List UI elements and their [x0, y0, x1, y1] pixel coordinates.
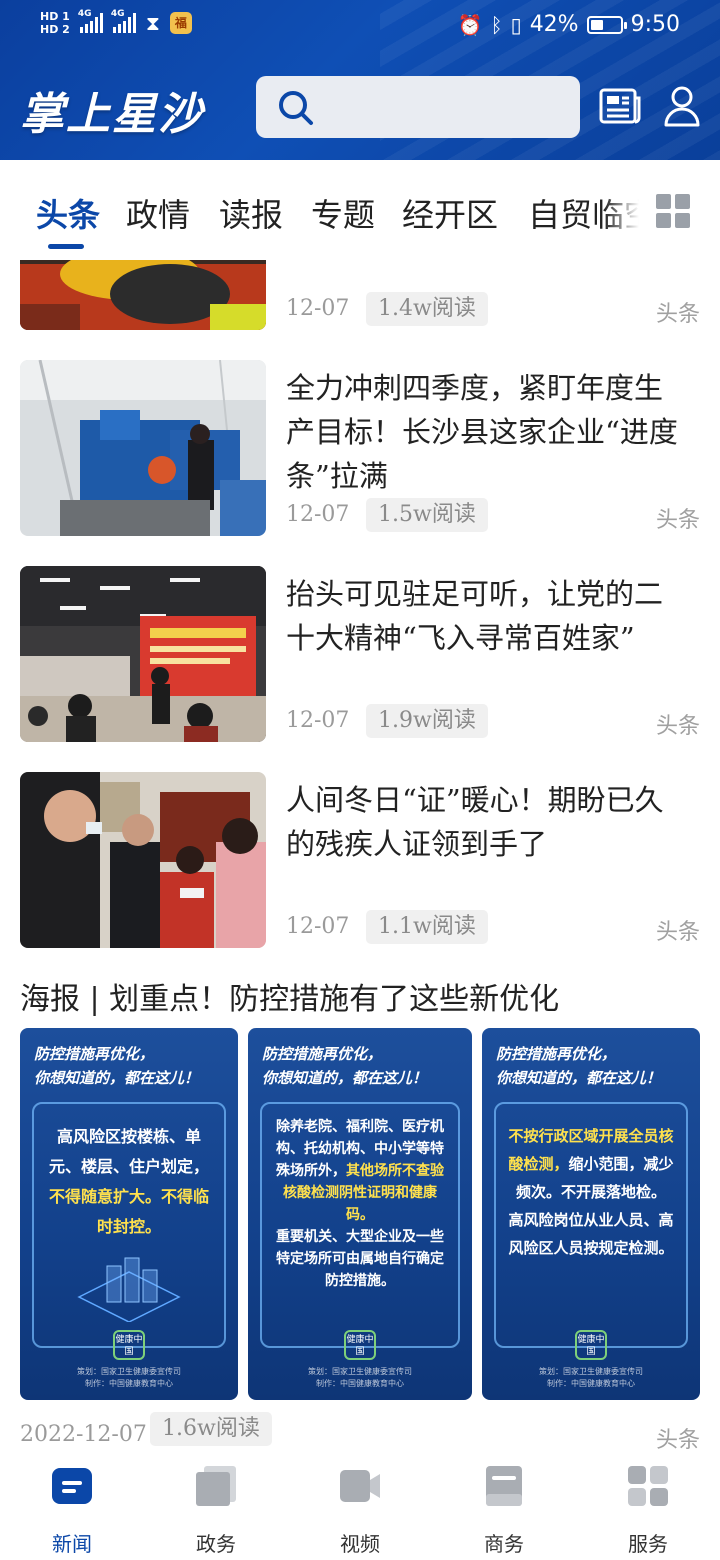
- nav-news[interactable]: 新闻: [22, 1464, 122, 1557]
- status-bar-right: ⏰ ᛒ ▯ 42% 9:50: [458, 12, 680, 37]
- search-icon: [279, 91, 313, 125]
- poster-subheading: 你想知道的，都在这儿！: [262, 1069, 428, 1087]
- article-date: 12-07: [286, 296, 350, 321]
- read-count-badge: 1.4w阅读: [366, 292, 488, 326]
- read-count-badge: 1.9w阅读: [366, 704, 488, 738]
- status-bar: HD 1 HD 2 4G 4G ⧗ 福 ⏰ ᛒ ▯ 42% 9:50: [0, 0, 720, 56]
- article-thumbnail: [20, 772, 266, 948]
- video-icon: [340, 1470, 380, 1502]
- poster-subheading: 你想知道的，都在这儿！: [34, 1069, 200, 1087]
- article-category: 头条: [655, 508, 700, 533]
- nav-label: 服务: [628, 1532, 668, 1556]
- article-thumbnail: [20, 260, 266, 330]
- clock: 9:50: [630, 12, 680, 37]
- services-icon: [628, 1466, 668, 1506]
- active-tab-indicator: [48, 244, 84, 249]
- tab-development-zone[interactable]: 经开区: [402, 190, 498, 236]
- article-title: 抬头可见驻足可听，让党的二十大精神“飞入寻常百姓家”: [286, 577, 664, 655]
- poster-credit: 制作：中国健康教育中心: [547, 1379, 635, 1388]
- battery-icon: [586, 15, 627, 34]
- read-count-badge: 1.5w阅读: [366, 498, 488, 532]
- business-icon: [486, 1466, 522, 1506]
- bottom-navigation: 新闻 政务 视频 商务 服务: [0, 1450, 720, 1560]
- tab-overflow-fade: [604, 180, 654, 240]
- nav-label: 新闻: [52, 1532, 92, 1556]
- health-china-logo: 健康中国: [113, 1330, 145, 1360]
- bluetooth-icon: ᛒ: [490, 12, 503, 37]
- app-notification-icon: 福: [169, 12, 192, 34]
- article-category: 头条: [655, 1428, 700, 1450]
- status-bar-left: HD 1 HD 2 4G 4G ⧗ 福: [40, 9, 192, 36]
- news-icon: [52, 1468, 92, 1504]
- nav-label: 政务: [196, 1532, 236, 1556]
- category-tabs: 头条 政情 读报 专题 经开区 自贸临空: [0, 160, 720, 260]
- alarm-icon: ⏰: [457, 12, 483, 37]
- read-count-badge: 1.1w阅读: [366, 910, 488, 944]
- article-title: 全力冲刺四季度，紧盯年度生产目标！长沙县这家企业“进度条”拉满: [286, 371, 678, 493]
- nav-label: 商务: [484, 1532, 524, 1556]
- government-icon: [196, 1466, 236, 1506]
- poster-highlight-text: 不得随意扩大。不得临时封控。: [48, 1187, 209, 1236]
- app-logo: 掌上星沙: [20, 89, 204, 140]
- poster-heading: 防控措施再优化，: [496, 1045, 617, 1063]
- search-input[interactable]: [256, 76, 580, 138]
- poster-text: 重要机关、大型企业及一些特定场所可由属地自行确定防控措施。: [276, 1229, 444, 1289]
- tab-politics[interactable]: 政情: [126, 190, 190, 236]
- poster-subheading: 你想知道的，都在这儿！: [496, 1069, 662, 1087]
- nav-government[interactable]: 政务: [166, 1464, 266, 1557]
- hd1-indicator: HD 1: [40, 10, 70, 23]
- hd-indicators: HD 1 HD 2: [40, 10, 70, 36]
- read-count-badge: 1.6w阅读: [150, 1412, 272, 1446]
- channel-grid-icon[interactable]: [656, 194, 690, 228]
- nav-business[interactable]: 商务: [454, 1464, 554, 1557]
- nav-video[interactable]: 视频: [310, 1464, 410, 1557]
- buildings-illustration: [77, 1257, 181, 1322]
- hourglass-icon: ⧗: [145, 11, 160, 35]
- app-header: HD 1 HD 2 4G 4G ⧗ 福 ⏰ ᛒ ▯ 42% 9:50 掌上星沙: [0, 0, 720, 160]
- article-date: 12-07: [286, 914, 350, 939]
- poster-credit: 策划：国家卫生健康委宣传司: [539, 1367, 643, 1376]
- poster-credit: 制作：中国健康教育中心: [316, 1379, 404, 1388]
- article-category: 头条: [655, 714, 700, 739]
- signal-2-icon: 4G: [111, 9, 136, 33]
- vibrate-icon: ▯: [510, 12, 522, 37]
- poster-credit: 策划：国家卫生健康委宣传司: [308, 1367, 412, 1376]
- battery-percent: 42%: [529, 12, 579, 37]
- header-nav-row: 掌上星沙: [0, 70, 720, 146]
- poster-image[interactable]: 防控措施再优化， 你想知道的，都在这儿！ 不按行政区域开展全员核酸检测，缩小范围…: [482, 1028, 700, 1400]
- article-category: 头条: [655, 302, 700, 327]
- poster-heading: 防控措施再优化，: [262, 1045, 383, 1063]
- article-date: 2022-12-07: [20, 1422, 147, 1447]
- article-category: 头条: [655, 920, 700, 945]
- poster-image[interactable]: 防控措施再优化， 你想知道的，都在这儿！ 除养老院、福利院、医疗机构、托幼机构、…: [248, 1028, 472, 1400]
- news-feed[interactable]: 12-07 1.4w阅读 头条 全力冲刺四季度，紧盯年度生产目标！长沙县这家企业…: [0, 260, 720, 1450]
- nav-label: 视频: [340, 1532, 380, 1556]
- signal-1-icon: 4G: [78, 9, 103, 33]
- article-thumbnail: [20, 360, 266, 536]
- article-thumbnail: [20, 566, 266, 742]
- newspaper-icon[interactable]: [598, 84, 642, 128]
- article-title: 人间冬日“证”暖心！期盼已久的残疾人证领到手了: [286, 783, 664, 861]
- tab-newspaper[interactable]: 读报: [219, 190, 283, 236]
- health-china-logo: 健康中国: [575, 1330, 607, 1360]
- nav-services[interactable]: 服务: [598, 1464, 698, 1557]
- poster-panel: 不按行政区域开展全员核酸检测，缩小范围，减少频次。不开展落地检。 高风险岗位从业…: [494, 1102, 688, 1348]
- poster-credit: 策划：国家卫生健康委宣传司: [77, 1367, 181, 1376]
- article-title: 海报 | 划重点！防控措施有了这些新优化: [20, 982, 560, 1017]
- poster-panel: 高风险区按楼栋、单元、楼层、住户划定， 不得随意扩大。不得临时封控。: [32, 1102, 226, 1348]
- tab-headlines[interactable]: 头条: [36, 190, 100, 236]
- hd2-indicator: HD 2: [40, 23, 70, 36]
- tab-topics[interactable]: 专题: [311, 190, 375, 236]
- article-date: 12-07: [286, 502, 350, 527]
- poster-heading: 防控措施再优化，: [34, 1045, 155, 1063]
- user-profile-icon[interactable]: [660, 84, 704, 128]
- poster-image[interactable]: 防控措施再优化， 你想知道的，都在这儿！ 高风险区按楼栋、单元、楼层、住户划定，…: [20, 1028, 238, 1400]
- poster-panel: 除养老院、福利院、医疗机构、托幼机构、中小学等特殊场所外，其他场所不查验核酸检测…: [260, 1102, 460, 1348]
- article-date: 12-07: [286, 708, 350, 733]
- poster-text: 高风险区按楼栋、单元、楼层、住户划定，: [48, 1127, 209, 1176]
- poster-credit: 制作：中国健康教育中心: [85, 1379, 173, 1388]
- poster-text: 高风险岗位从业人员、高风险区人员按规定检测。: [508, 1211, 674, 1257]
- health-china-logo: 健康中国: [344, 1330, 376, 1360]
